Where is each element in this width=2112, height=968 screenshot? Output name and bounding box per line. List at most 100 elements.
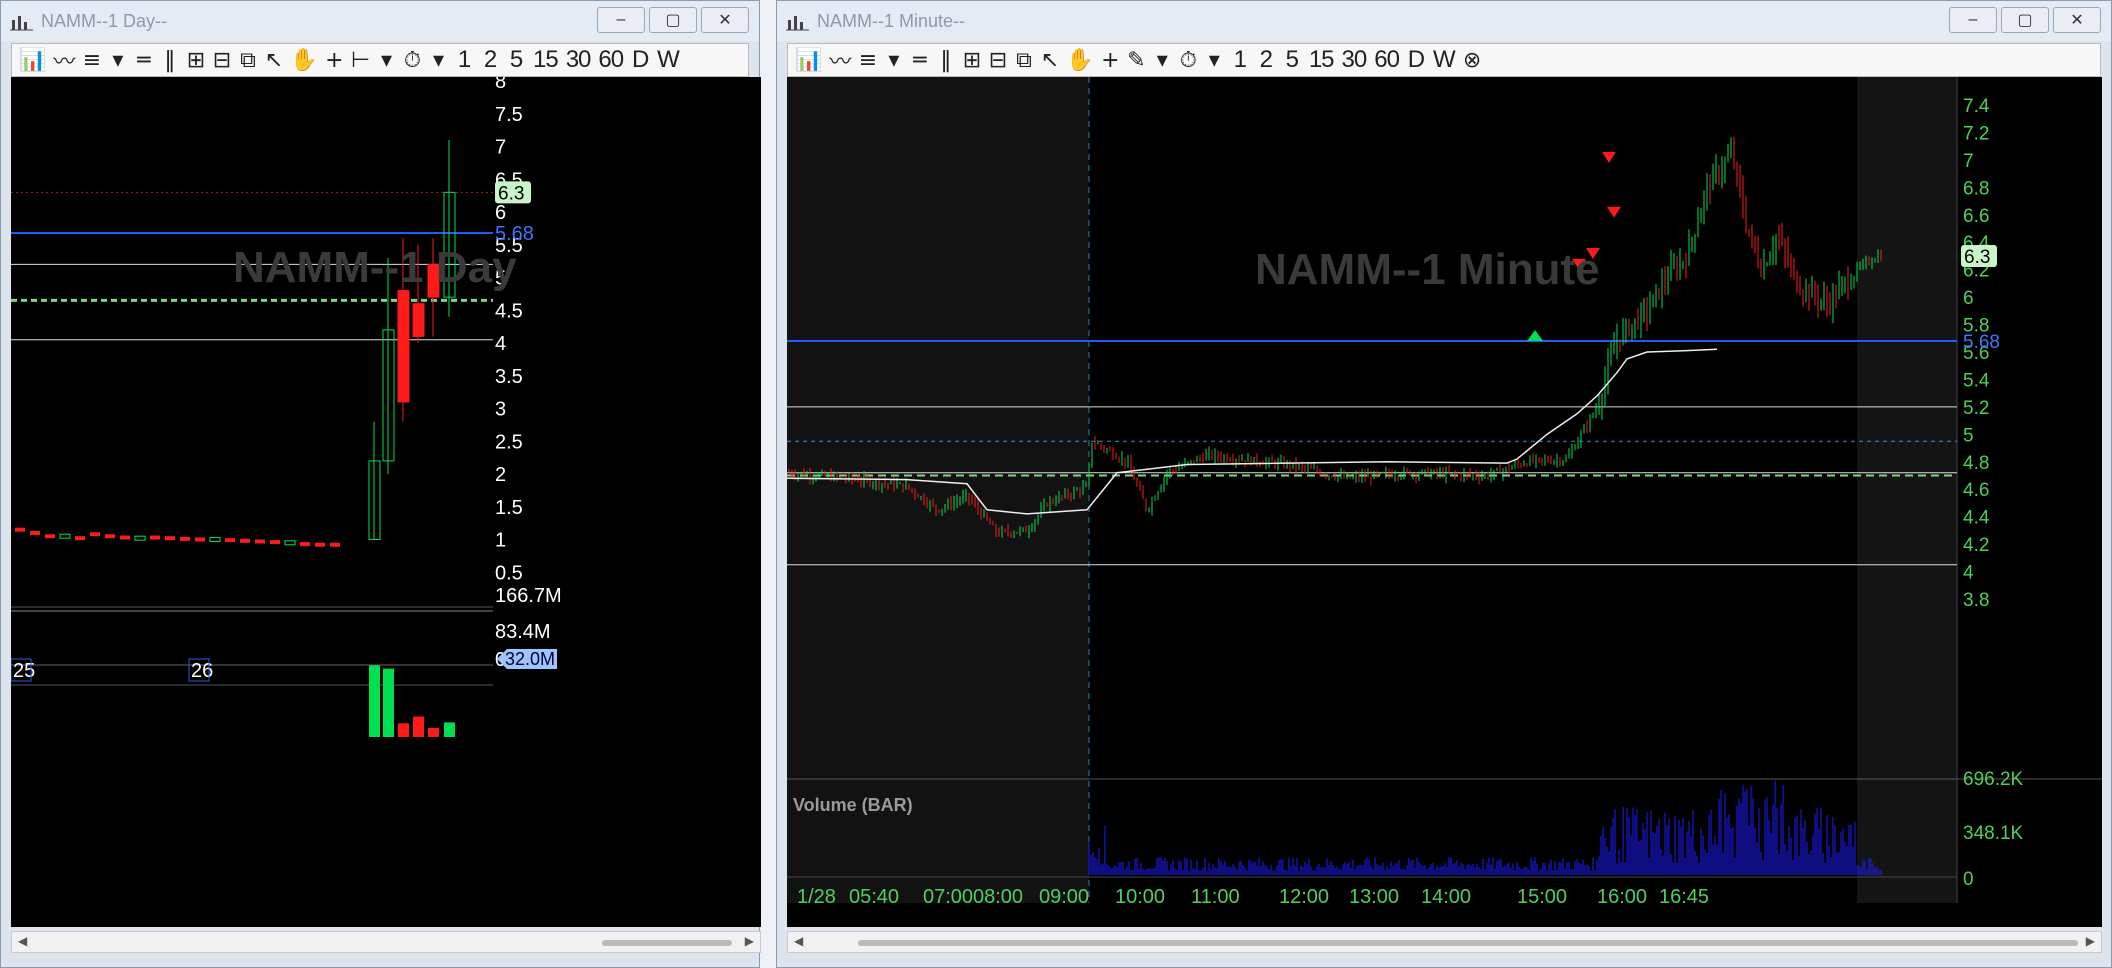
toolbar-item-17[interactable]: 2 — [1254, 46, 1278, 74]
toolbar-item-17[interactable]: 2 — [478, 46, 502, 74]
toolbar-item-10[interactable]: ✋ — [1063, 46, 1095, 74]
price-axis-label: 6.6 — [1963, 206, 1989, 227]
toolbar-item-21[interactable]: 60 — [1371, 46, 1402, 74]
maximize-button[interactable]: ▢ — [2001, 7, 2049, 33]
price-axis-label: 7.5 — [495, 104, 523, 126]
price-axis-label: 4 — [495, 333, 506, 355]
minimize-button[interactable]: – — [597, 7, 645, 33]
toolbar-item-2[interactable]: ≡ — [855, 46, 879, 74]
maximize-button[interactable]: ▢ — [649, 7, 697, 33]
toolbar-item-18[interactable]: 5 — [1280, 46, 1304, 74]
time-axis-label: 16:00 — [1597, 886, 1647, 908]
minute-candlestick-chart[interactable]: 7.47.276.86.66.46.265.85.65.45.254.84.64… — [787, 77, 2102, 927]
candle — [120, 535, 130, 540]
price-axis-label: 4.5 — [495, 300, 523, 322]
toolbar-item-19[interactable]: 15 — [1306, 46, 1337, 74]
toolbar-item-4[interactable]: ═ — [907, 46, 931, 74]
daily-chart-area[interactable]: 8 7.5 7 6.5 6 5.5 5 4.5 4 3.5 3 2.5 2 1.5 1 0.5 166.7M 83… — [11, 77, 761, 927]
toolbar-item-4[interactable]: ═ — [131, 46, 155, 74]
toolbar-item-7[interactable]: ⊟ — [209, 46, 233, 74]
toolbar-item-14[interactable]: ⏱ — [1176, 46, 1200, 74]
minimize-button[interactable]: – — [1949, 7, 1997, 33]
last-price-tag: 6.3 — [498, 183, 524, 204]
toolbar-item-20[interactable]: 30 — [563, 46, 594, 74]
level-price-tag: 5.68 — [495, 223, 534, 245]
minute-titlebar[interactable]: NAMM--1 Minute-- – ▢ ✕ — [777, 1, 2111, 41]
minute-scrollbar[interactable]: ◀ ▶ — [787, 931, 2102, 953]
candle — [195, 537, 205, 542]
candle — [30, 530, 40, 535]
price-axis-label: 3 — [495, 399, 506, 421]
price-axis-label: 5.4 — [1963, 370, 1990, 391]
toolbar-item-16[interactable]: 1 — [452, 46, 476, 74]
toolbar-item-14[interactable]: ⏱ — [400, 46, 424, 74]
candle — [225, 538, 235, 543]
toolbar-item-24[interactable]: ⊗ — [1460, 46, 1484, 74]
toolbar-item-13[interactable]: ▾ — [1150, 46, 1174, 74]
toolbar-item-0[interactable]: 📊 — [16, 46, 48, 74]
candle — [105, 534, 115, 539]
volume-axis-label: 83.4M — [495, 621, 551, 643]
close-button[interactable]: ✕ — [701, 7, 749, 33]
scroll-left-icon[interactable]: ◀ — [18, 934, 27, 948]
toolbar-item-15[interactable]: ▾ — [1202, 46, 1226, 74]
toolbar-item-11[interactable]: + — [322, 46, 346, 74]
candle — [209, 537, 221, 542]
toolbar-item-22[interactable]: D — [628, 46, 652, 74]
toolbar-item-12[interactable]: ✎ — [1124, 46, 1148, 74]
toolbar-item-1[interactable]: 〰 — [50, 46, 77, 75]
toolbar-item-15[interactable]: ▾ — [426, 46, 450, 74]
toolbar-item-8[interactable]: ⧉ — [235, 46, 259, 74]
volume-bar — [369, 664, 380, 737]
scroll-right-icon[interactable]: ▶ — [2086, 934, 2095, 948]
daily-candlestick-chart[interactable]: 87.576.565.554.543.532.521.510.5166.7M83… — [11, 77, 761, 927]
toolbar-item-22[interactable]: D — [1404, 46, 1428, 74]
daily-scroll-thumb[interactable] — [602, 940, 732, 946]
toolbar-item-6[interactable]: ⊞ — [959, 46, 983, 74]
time-axis-label: 09:00 — [1039, 886, 1089, 908]
toolbar-item-9[interactable]: ↖ — [261, 46, 285, 74]
scroll-left-icon[interactable]: ◀ — [794, 934, 803, 948]
toolbar-item-13[interactable]: ▾ — [374, 46, 398, 74]
price-axis-label: 8 — [495, 77, 506, 93]
minute-chart-area[interactable]: 7.4 7.2 7 6.8 6.6 6.4 6.2 6 5.8 5.6 5.4 5.2 5 4.8 4.6 4… — [787, 77, 2102, 927]
close-button[interactable]: ✕ — [2053, 7, 2101, 33]
toolbar-item-12[interactable]: ⊢ — [348, 46, 372, 74]
price-axis-label: 3.5 — [495, 366, 523, 388]
time-axis-label: 07:00 — [923, 886, 973, 908]
volume-pane-title: Volume (BAR) — [793, 795, 913, 815]
toolbar-item-1[interactable]: 〰 — [826, 46, 853, 75]
candle — [315, 542, 325, 547]
price-axis-label: 3.8 — [1963, 590, 1989, 611]
toolbar-item-16[interactable]: 1 — [1228, 46, 1252, 74]
toolbar-item-3[interactable]: ▾ — [105, 46, 129, 74]
price-axis-label: 7 — [495, 137, 506, 159]
daily-scrollbar[interactable]: ◀ ▶ — [11, 931, 761, 953]
toolbar-item-5[interactable]: ‖ — [157, 46, 181, 74]
toolbar-item-21[interactable]: 60 — [595, 46, 626, 74]
toolbar-item-20[interactable]: 30 — [1339, 46, 1370, 74]
candle — [150, 535, 160, 540]
toolbar-item-7[interactable]: ⊟ — [985, 46, 1009, 74]
toolbar-item-23[interactable]: W — [654, 46, 682, 74]
toolbar-item-11[interactable]: + — [1098, 46, 1122, 74]
toolbar-item-9[interactable]: ↖ — [1037, 46, 1061, 74]
price-axis-label: 6 — [1963, 288, 1974, 309]
volume-bar — [428, 727, 439, 737]
toolbar-item-5[interactable]: ‖ — [933, 46, 957, 74]
toolbar-item-18[interactable]: 5 — [504, 46, 528, 74]
minute-scroll-thumb[interactable] — [858, 940, 2078, 946]
toolbar-item-0[interactable]: 📊 — [792, 46, 824, 74]
daily-titlebar[interactable]: NAMM--1 Day-- – ▢ ✕ — [1, 1, 759, 41]
toolbar-item-2[interactable]: ≡ — [79, 46, 103, 74]
scroll-right-icon[interactable]: ▶ — [745, 934, 754, 948]
price-axis-label: 2.5 — [495, 431, 523, 453]
candle — [59, 533, 71, 539]
time-axis-label: 08:00 — [973, 886, 1023, 908]
toolbar-item-19[interactable]: 15 — [530, 46, 561, 74]
toolbar-item-10[interactable]: ✋ — [287, 46, 319, 74]
toolbar-item-8[interactable]: ⧉ — [1011, 46, 1035, 74]
toolbar-item-6[interactable]: ⊞ — [183, 46, 207, 74]
toolbar-item-23[interactable]: W — [1430, 46, 1458, 74]
toolbar-item-3[interactable]: ▾ — [881, 46, 905, 74]
